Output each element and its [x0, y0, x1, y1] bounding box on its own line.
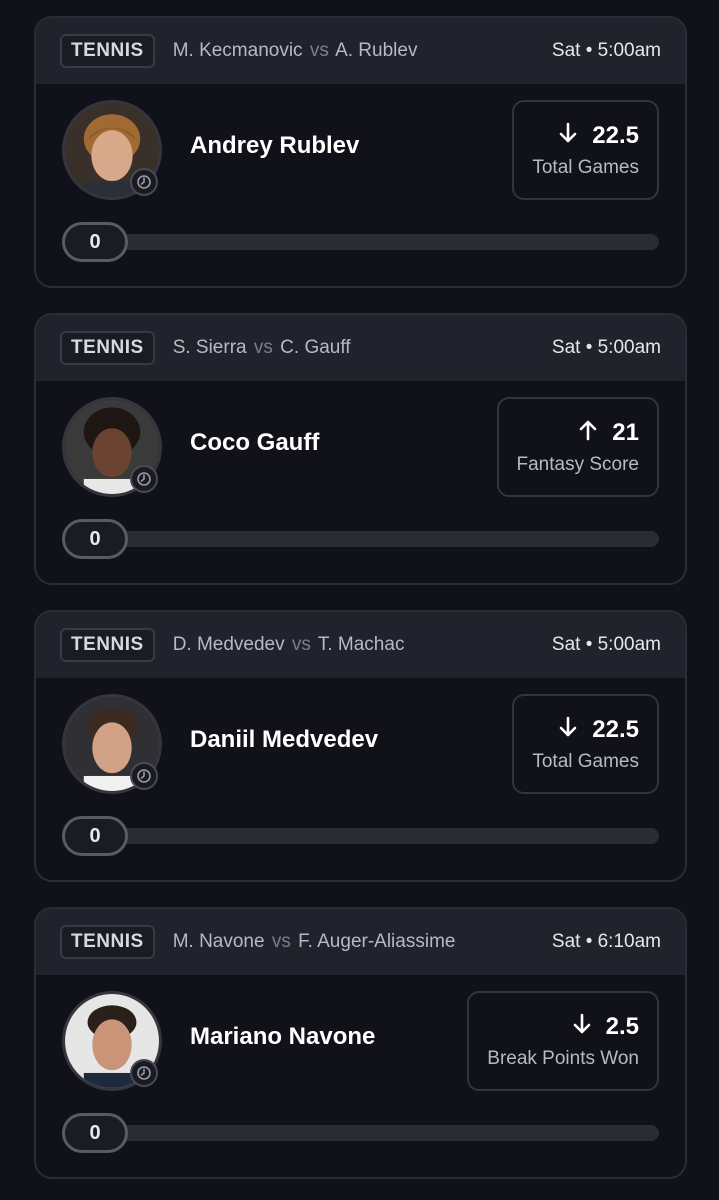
- projection-line: 22.5: [558, 122, 639, 151]
- projection-line: 2.5: [572, 1013, 639, 1042]
- card-header: TENNIS M. Kecmanovic vs A. Rublev Sat • …: [36, 18, 685, 84]
- projection-box[interactable]: 21 Fantasy Score: [496, 397, 659, 497]
- vs-label: vs: [253, 337, 273, 358]
- home-player: M. Navone: [172, 931, 265, 952]
- arrow-down-icon: [572, 1013, 592, 1042]
- sport-badge: TENNIS: [60, 34, 155, 68]
- card-header: TENNIS D. Medvedev vs T. Machac Sat • 5:…: [36, 612, 685, 678]
- card-header: TENNIS M. Navone vs F. Auger-Aliassime S…: [36, 909, 685, 975]
- sport-badge: TENNIS: [60, 331, 155, 365]
- player-name: Coco Gauff: [190, 429, 320, 456]
- projection-card[interactable]: TENNIS M. Navone vs F. Auger-Aliassime S…: [34, 907, 687, 1179]
- game-time: Sat • 5:00am: [551, 634, 661, 655]
- arrow-down-icon: [558, 122, 578, 151]
- card-body: Andrey Rublev 22.5 Total Games 0: [36, 84, 685, 286]
- matchup: S. Sierra vs C. Gauff: [173, 337, 351, 359]
- away-player: F. Auger-Aliassime: [298, 931, 456, 952]
- progress-track: [62, 828, 659, 844]
- arrow-down-icon: [558, 716, 578, 745]
- vs-label: vs: [271, 931, 291, 952]
- away-player: A. Rublev: [335, 40, 418, 61]
- progress-value: 0: [62, 222, 128, 262]
- vs-label: vs: [309, 40, 329, 61]
- line-value: 22.5: [592, 716, 639, 743]
- player-name: Andrey Rublev: [190, 132, 360, 159]
- stat-type: Fantasy Score: [516, 453, 640, 475]
- arrow-up-icon: [578, 419, 598, 448]
- projection-card[interactable]: TENNIS D. Medvedev vs T. Machac Sat • 5:…: [34, 610, 687, 882]
- projection-card[interactable]: TENNIS S. Sierra vs C. Gauff Sat • 5:00a…: [34, 313, 687, 585]
- clock-icon: [130, 762, 158, 790]
- progress-track: [62, 531, 659, 547]
- away-player: C. Gauff: [280, 337, 351, 358]
- progress-track: [62, 1125, 659, 1141]
- line-value: 22.5: [592, 122, 639, 149]
- projection-card[interactable]: TENNIS M. Kecmanovic vs A. Rublev Sat • …: [34, 16, 687, 288]
- sport-badge: TENNIS: [60, 925, 155, 959]
- game-time: Sat • 6:10am: [551, 931, 661, 952]
- matchup: M. Kecmanovic vs A. Rublev: [173, 40, 418, 62]
- card-header: TENNIS S. Sierra vs C. Gauff Sat • 5:00a…: [36, 315, 685, 381]
- home-player: M. Kecmanovic: [172, 40, 303, 61]
- stat-type: Break Points Won: [487, 1047, 639, 1069]
- clock-icon: [130, 465, 158, 493]
- line-value: 2.5: [605, 1013, 639, 1040]
- vs-label: vs: [291, 634, 311, 655]
- projection-box[interactable]: 22.5 Total Games: [512, 100, 659, 200]
- matchup: D. Medvedev vs T. Machac: [173, 634, 405, 656]
- player-name: Daniil Medvedev: [190, 726, 379, 753]
- progress-value: 0: [62, 1113, 128, 1153]
- projection-line: 22.5: [558, 716, 639, 745]
- home-player: D. Medvedev: [172, 634, 285, 655]
- game-time: Sat • 5:00am: [551, 337, 661, 358]
- projection-line: 21: [578, 419, 639, 448]
- matchup: M. Navone vs F. Auger-Aliassime: [173, 931, 456, 953]
- line-value: 21: [612, 419, 639, 446]
- home-player: S. Sierra: [172, 337, 247, 358]
- card-body: Mariano Navone 2.5 Break Points Won 0: [36, 975, 685, 1177]
- player-name: Mariano Navone: [190, 1023, 376, 1050]
- projection-box[interactable]: 2.5 Break Points Won: [467, 991, 659, 1091]
- away-player: T. Machac: [317, 634, 405, 655]
- progress-value: 0: [62, 519, 128, 559]
- sport-badge: TENNIS: [60, 628, 155, 662]
- card-body: Daniil Medvedev 22.5 Total Games 0: [36, 678, 685, 880]
- clock-icon: [130, 168, 158, 196]
- stat-type: Total Games: [532, 156, 639, 178]
- card-body: Coco Gauff 21 Fantasy Score 0: [36, 381, 685, 583]
- game-time: Sat • 5:00am: [551, 40, 661, 61]
- progress-value: 0: [62, 816, 128, 856]
- stat-type: Total Games: [532, 750, 639, 772]
- clock-icon: [130, 1059, 158, 1087]
- progress-track: [62, 234, 659, 250]
- projection-box[interactable]: 22.5 Total Games: [512, 694, 659, 794]
